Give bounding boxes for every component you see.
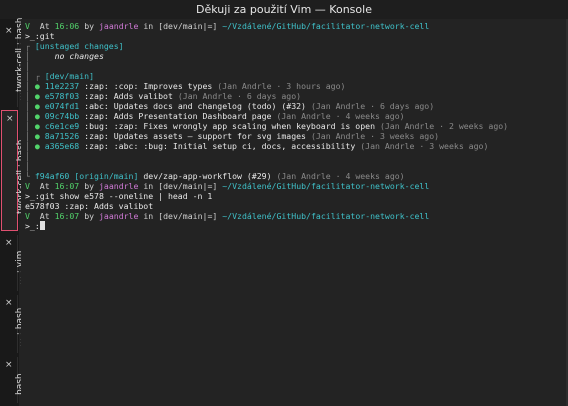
commit-row: │ ● a365e68 :zap: :abc: :bug: Initial se… [25, 141, 489, 151]
window-titlebar: Děkuji za použití Vim — Konsole [0, 0, 568, 19]
command-line: >_:git [25, 31, 55, 41]
window-title: Děkuji za použití Vim — Konsole [196, 3, 372, 16]
tab-close-icon[interactable]: × [5, 298, 13, 308]
commit-row: │ ● 8a71526 :zap: Updates assets — suppo… [25, 131, 440, 141]
command-line: >_:git show e578 --oneline | head -n 1 [25, 191, 213, 201]
tab-5[interactable]: × bash [1, 357, 25, 403]
commit-row: │ ● e074fd1 :abc: Updates docs and chang… [25, 101, 435, 111]
commit-row: │ ● e578f03 :zap: Adds valibot (Jan Andr… [25, 91, 302, 101]
tab-3[interactable]: × … : vim [1, 235, 25, 291]
commit-row: │ ● 11e2237 :zap: :cop: Improves types (… [25, 81, 346, 91]
tab-4[interactable]: × … : bash [1, 295, 25, 353]
tree-line: │ [25, 161, 30, 171]
commit-row: │ ● 09c74bb :zap: Adds Presentation Dash… [25, 111, 405, 121]
vertical-tab-bar: × …twork-cell : bash × …twork-cell : bas… [0, 18, 26, 406]
tree-line: │ [25, 151, 30, 161]
tree-line: ┌ [unstaged changes] [25, 41, 124, 51]
tree-line: │ [25, 61, 30, 71]
commit-row: │ ● c6e1ce9 :bug: :zap: Fixes wrongly ap… [25, 121, 509, 131]
prompt-line: V At 16:07 by jaandrle in [dev/main|=] ~… [25, 211, 430, 221]
prompt-line: V At 16:06 by jaandrle in [dev/main|=] ~… [25, 21, 430, 31]
tab-close-icon[interactable]: × [5, 26, 13, 36]
origin-row: └ f94af60 [origin/main] dev/zap-app-work… [25, 171, 405, 181]
tree-line: │ ┌ [dev/main] [25, 71, 95, 81]
command-output: e578f03 :zap: Adds valibot [25, 201, 154, 211]
command-line[interactable]: >_: [25, 221, 45, 231]
terminal-output[interactable]: V At 16:06 by jaandrle in [dev/main|=] ~… [21, 19, 566, 406]
tab-close-icon[interactable]: × [5, 238, 13, 248]
tab-1[interactable]: × …twork-cell : bash [1, 18, 25, 107]
tab-close-icon[interactable]: × [5, 360, 13, 370]
prompt-line: V At 16:07 by jaandrle in [dev/main|=] ~… [25, 181, 430, 191]
tab-2[interactable]: × …twork-cell : bash [1, 110, 26, 231]
tab-close-icon[interactable]: × [6, 114, 14, 124]
tree-line: │ no changes [25, 51, 104, 61]
cursor [39, 221, 45, 230]
konsole-window: Děkuji za použití Vim — Konsole × …twork… [0, 0, 568, 406]
